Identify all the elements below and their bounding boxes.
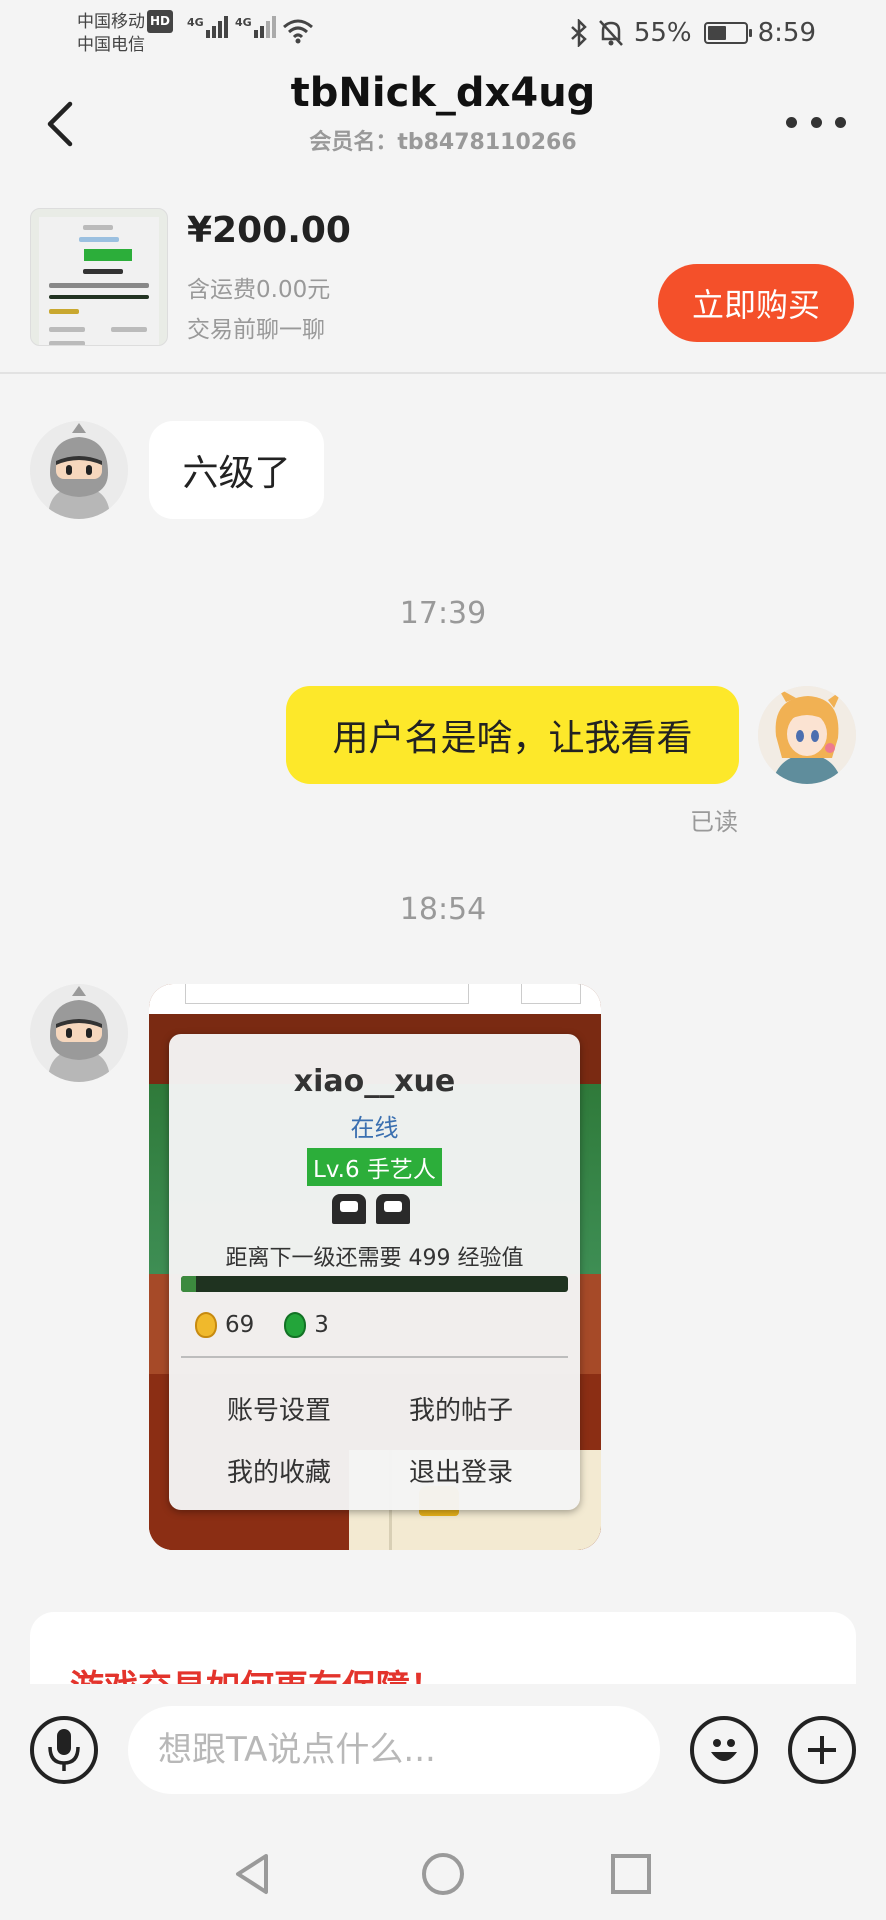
member-name: 会员名：tb8478110266 [309,130,577,155]
carrier-info: 中国移动 HD 中国电信 [77,10,174,57]
popup-exp-bar [181,1276,568,1292]
hd-badge: HD [147,10,174,33]
message-text: 用户名是啥，让我看看 [332,718,693,759]
message-input[interactable] [128,1706,660,1794]
popup-menu-my-posts: 我的帖子 [409,1396,514,1426]
message-bubble-outgoing[interactable]: 用户名是啥，让我看看 [286,686,739,784]
nav-home-button[interactable] [419,1850,467,1898]
popup-divider [181,1356,568,1358]
vehicle-badge-icon [376,1194,410,1224]
wifi-icon [283,19,313,44]
voice-button[interactable] [30,1716,98,1784]
gold-coin-icon [195,1312,217,1338]
my-avatar[interactable] [758,686,856,784]
status-right: 55% 8:59 [570,18,816,48]
vehicle-badge-icon [332,1194,366,1224]
bell-mute-icon [598,20,623,46]
square-recent-icon [611,1854,651,1894]
nav-recent-button[interactable] [607,1850,655,1898]
product-card[interactable]: ¥200.00 含运费0.00元 交易前聊一聊 立即购买 [0,194,886,374]
shipping-fee: 含运费0.00元 [187,277,331,303]
microphone-icon [48,1729,80,1771]
more-dots-icon [786,116,797,128]
plus-icon [808,1736,836,1764]
signal-2-icon: 4G [235,16,278,38]
carrier-2: 中国电信 [77,35,145,55]
message-text: 六级了 [182,453,291,494]
clock: 8:59 [757,18,816,48]
popup-currency: 69 3 [195,1312,329,1338]
product-price: ¥200.00 [187,210,351,251]
popup-username: xiao__xue [293,1064,456,1099]
battery-percent: 55% [633,18,692,48]
emerald-icon [284,1312,307,1338]
image-message[interactable]: xiao__xue 在线 Lv.6 手艺人 距离下一级还需要 499 经验值 6… [149,984,601,1550]
timestamp: 18:54 [399,892,487,927]
anime-avatar-icon [758,686,856,784]
chat-title: tbNick_dx4ug [290,70,596,116]
popup-menu-logout: 退出登录 [409,1458,514,1488]
add-button[interactable] [788,1716,856,1784]
gem-count: 3 [314,1312,329,1338]
popup-menu-favorites: 我的收藏 [227,1458,332,1488]
popup-level-badge: Lv.6 手艺人 [307,1148,442,1186]
seller-avatar[interactable] [30,984,128,1082]
input-bar [0,1684,886,1824]
ninja-avatar-icon [30,421,128,519]
signal-1-icon: 4G [187,16,230,38]
triangle-back-icon [236,1854,268,1894]
emoji-button[interactable] [690,1716,758,1784]
more-button[interactable] [786,110,846,134]
status-bar: 中国移动 HD 中国电信 4G 4G 55% 8:59 [0,0,886,62]
message-bubble-incoming[interactable]: 六级了 [149,421,324,519]
buy-now-button[interactable]: 立即购买 [658,264,854,342]
bluetooth-icon [570,19,587,47]
gold-count: 69 [225,1312,255,1338]
popup-online-status: 在线 [350,1114,399,1142]
product-thumbnail[interactable] [30,208,168,346]
popup-badges [332,1194,420,1224]
nav-back-button[interactable] [230,1850,278,1898]
popup-menu-account-settings: 账号设置 [227,1396,332,1426]
seller-avatar[interactable] [30,421,128,519]
timestamp: 17:39 [399,596,487,631]
read-receipt: 已读 [690,808,738,836]
circle-home-icon [422,1853,464,1895]
carrier-1: 中国移动 [77,12,145,32]
battery-icon [703,22,752,44]
ninja-avatar-icon [30,984,128,1082]
chat-hint: 交易前聊一聊 [187,317,325,343]
system-nav-bar [0,1824,886,1920]
emoji-icon [711,1739,737,1761]
profile-popup-screenshot: xiao__xue 在线 Lv.6 手艺人 距离下一级还需要 499 经验值 6… [169,1034,580,1510]
popup-exp-text: 距离下一级还需要 499 经验值 [225,1246,524,1271]
